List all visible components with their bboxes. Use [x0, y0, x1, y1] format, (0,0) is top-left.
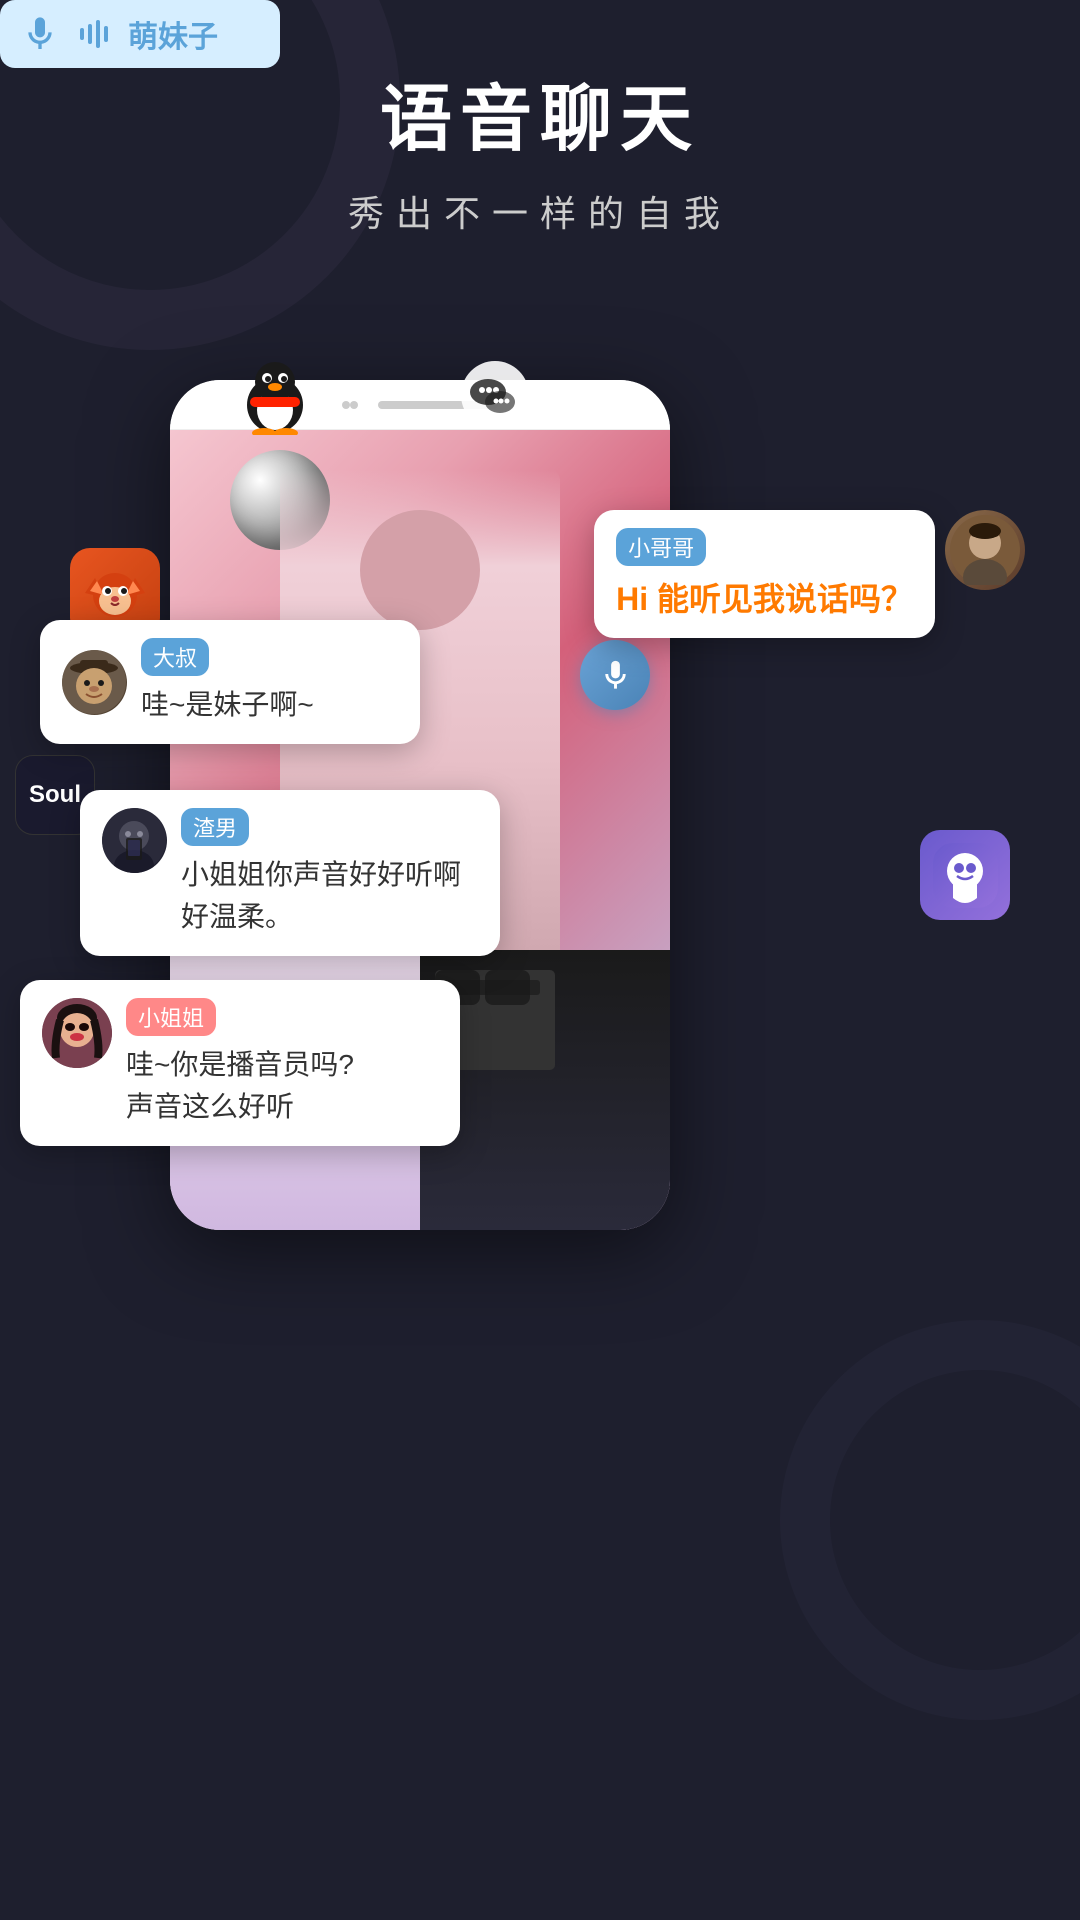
- xiaojiejie-content: 小姐姐 哇~你是播音员吗?声音这么好听: [42, 998, 438, 1128]
- bubble-xiaogege: 小哥哥 Hi 能听见我说话吗？: [594, 510, 935, 638]
- zhenan-text: 小姐姐你声音好好听啊好温柔。: [181, 854, 461, 938]
- zhenan-content: 渣男 小姐姐你声音好好听啊好温柔。: [102, 808, 478, 938]
- title-section: 语音聊天 秀出不一样的自我: [0, 60, 1080, 237]
- dashu-avatar: [62, 650, 127, 715]
- bubble-xiaogege-container: 小哥哥 Hi 能听见我说话吗？: [594, 510, 1025, 638]
- zhenan-avatar: [102, 808, 167, 873]
- xiaogege-avatar: [945, 510, 1025, 590]
- xiaojiejie-text-block: 小姐姐 哇~你是播音员吗?声音这么好听: [126, 998, 354, 1128]
- bg-decoration-2: [780, 1320, 1080, 1720]
- bubble-dashu: 大叔 哇~是妹子啊~: [40, 620, 420, 744]
- main-title: 语音聊天: [0, 60, 1080, 165]
- dashu-text: 哇~是妹子啊~: [141, 684, 314, 726]
- dashu-tag: 大叔: [141, 638, 209, 676]
- phone-dot-2: [350, 401, 358, 409]
- xiaogege-header: 小哥哥: [616, 528, 913, 566]
- mic-button[interactable]: [580, 640, 650, 710]
- xiaojiejie-text: 哇~你是播音员吗?声音这么好听: [126, 1044, 354, 1128]
- phone-dot-1: [342, 401, 350, 409]
- bubble-xiaojiejie: 小姐姐 哇~你是播音员吗?声音这么好听: [20, 980, 460, 1146]
- dashu-text-block: 大叔 哇~是妹子啊~: [141, 638, 314, 726]
- xiaojiejie-tag: 小姐姐: [126, 998, 216, 1036]
- xiaojiejie-avatar: [42, 998, 112, 1068]
- sub-title: 秀出不一样的自我: [0, 185, 1080, 237]
- wechat-icon: [460, 360, 530, 446]
- qq-icon: [240, 360, 310, 451]
- zhenan-text-block: 渣男 小姐姐你声音好好听啊好温柔。: [181, 808, 461, 938]
- zhenan-tag: 渣男: [181, 808, 249, 846]
- dashu-content: 大叔 哇~是妹子啊~: [62, 638, 398, 726]
- xiaogege-tag: 小哥哥: [616, 528, 706, 566]
- purple-app-icon: [920, 830, 1010, 920]
- bubble-zhenan: 渣男 小姐姐你声音好好听啊好温柔。: [80, 790, 500, 956]
- xiaogege-text: Hi 能听见我说话吗？: [616, 574, 913, 620]
